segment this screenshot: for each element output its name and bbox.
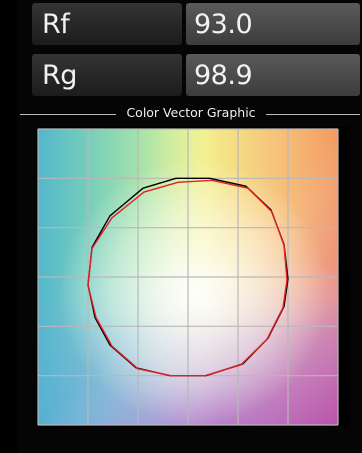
section-title: Color Vector Graphic [126,105,256,120]
rg-label: Rg [32,54,182,96]
rf-value: 93.0 [186,3,360,45]
rf-label: Rf [32,3,182,45]
color-vector-svg [37,128,339,426]
rg-value: 98.9 [186,54,360,96]
app-panel: Rf 93.0 Rg 98.9 Color Vector Graphic [18,0,362,453]
section-header: Color Vector Graphic [18,104,362,124]
header-rule-left [20,114,116,115]
rg-row: Rg 98.9 [32,54,360,96]
color-vector-plot [36,127,350,427]
header-rule-right [266,114,360,115]
rf-row: Rf 93.0 [32,3,360,45]
